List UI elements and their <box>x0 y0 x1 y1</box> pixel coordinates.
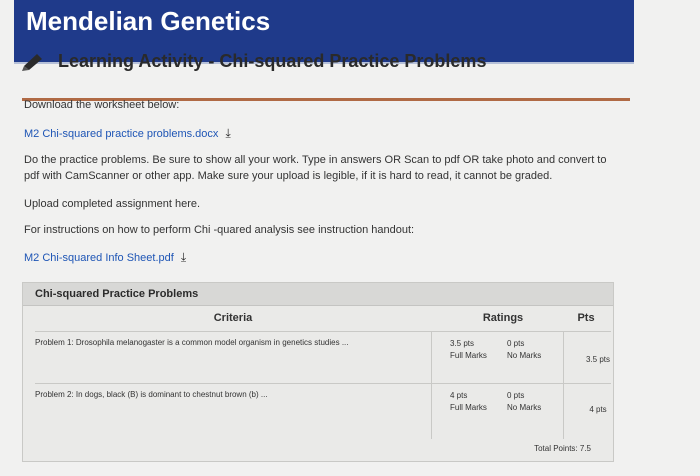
info-link-row: M2 Chi-squared Info Sheet.pdf ⤓ <box>24 250 186 265</box>
page-header: Learning Activity - Chi-squared Practice… <box>20 50 632 72</box>
row-points: 4 pts <box>589 405 607 414</box>
worksheet-link-row: M2 Chi-squared practice problems.docx ⤓ <box>24 126 231 141</box>
download-icon[interactable]: ⤓ <box>225 126 230 141</box>
pts-header: Pts <box>577 312 595 324</box>
info-sheet-link[interactable]: M2 Chi-squared Info Sheet.pdf <box>24 252 174 264</box>
rating-label: No Marks <box>507 351 542 360</box>
rating-label: Full Marks <box>450 403 487 412</box>
ratings-header: Ratings <box>482 312 524 324</box>
row-criteria: Problem 2: In dogs, black (B) is dominan… <box>35 390 268 399</box>
instructions-text: Do the practice problems. Be sure to sho… <box>24 154 607 182</box>
rating-label: No Marks <box>507 403 542 412</box>
rating-pts: 0 pts <box>507 339 525 348</box>
row-criteria: Problem 1: Drosophila melanogaster is a … <box>35 338 349 347</box>
chi-instructions: For instructions on how to perform Chi -… <box>24 224 415 236</box>
rating-full: 3.5 pts Full Marks <box>450 338 487 362</box>
row-points: 3.5 pts <box>585 355 610 364</box>
course-title: Mendelian Genetics <box>26 6 271 36</box>
rating-label: Full Marks <box>450 351 487 360</box>
criteria-header: Criteria <box>213 312 253 324</box>
table-row: Problem 2: In dogs, black (B) is dominan… <box>35 383 611 440</box>
download-icon[interactable]: ⤓ <box>181 250 186 265</box>
rubric-title: Chi-squared Practice Problems <box>23 283 613 306</box>
pencil-icon <box>20 50 46 72</box>
rating-pts: 4 pts <box>450 391 468 400</box>
rating-none: 0 pts No Marks <box>507 338 541 362</box>
rating-none: 0 pts No Marks <box>507 390 541 414</box>
page-title: Learning Activity - Chi-squared Practice… <box>58 50 487 71</box>
rubric-table: Chi-squared Practice Problems Criteria R… <box>22 282 614 462</box>
worksheet-link[interactable]: M2 Chi-squared practice problems.docx <box>24 128 218 140</box>
download-label: Download the worksheet below: <box>24 99 180 111</box>
rating-full: 4 pts Full Marks <box>450 390 487 414</box>
rating-pts: 0 pts <box>507 391 525 400</box>
upload-label: Upload completed assignment here. <box>24 198 201 210</box>
rating-pts: 3.5 pts <box>450 339 475 348</box>
total-points: Total Points: 7.5 <box>534 444 591 453</box>
table-row: Problem 1: Drosophila melanogaster is a … <box>35 331 611 384</box>
